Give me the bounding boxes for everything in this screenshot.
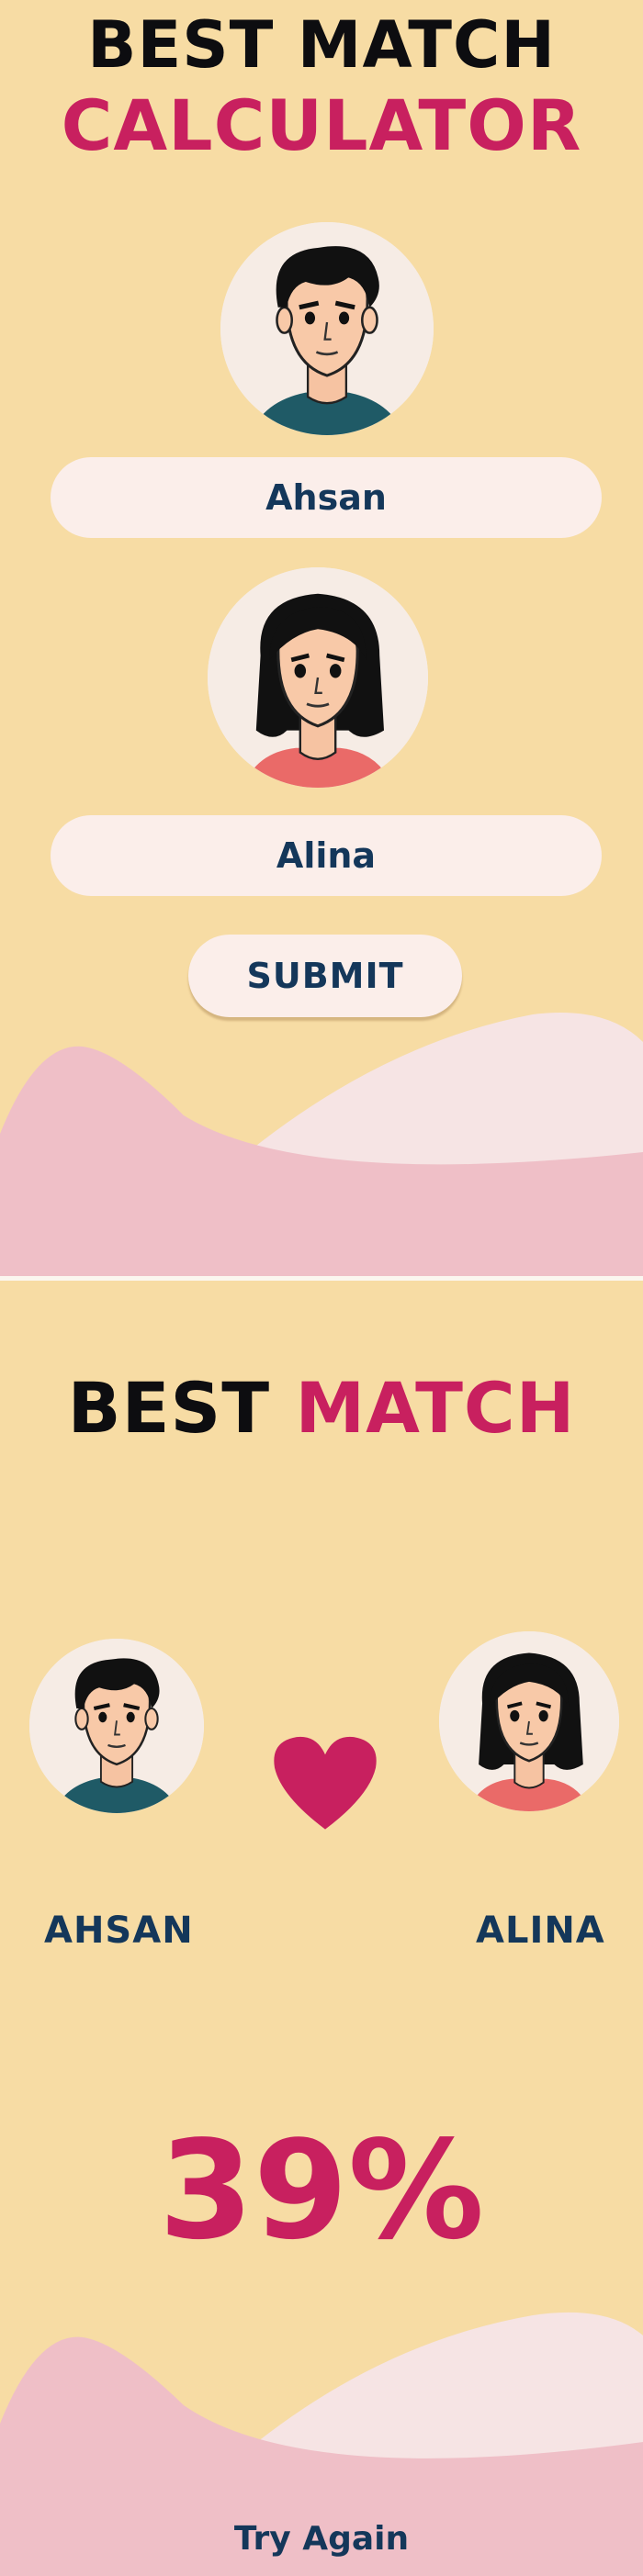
result-person2-name: ALINA (476, 1910, 605, 1952)
person2-name-input[interactable]: Alina (51, 815, 602, 896)
female-avatar-icon (208, 567, 428, 788)
female-avatar-icon (439, 1631, 619, 1811)
calculator-screen: BEST MATCH CALCULATOR Ahsan Alina SUBMIT (0, 0, 643, 1276)
wave-decoration (0, 1013, 643, 1276)
title-line-2: CALCULATOR (61, 84, 582, 166)
result-person1-name: AHSAN (44, 1910, 194, 1952)
male-avatar-icon (29, 1639, 204, 1813)
person1-name-input[interactable]: Ahsan (51, 457, 602, 538)
heart-icon (274, 1736, 377, 1830)
result-title-word-2: MATCH (295, 1367, 576, 1449)
male-avatar-icon (220, 222, 434, 435)
match-percentage: 39% (158, 2111, 485, 2269)
try-again-button[interactable]: Try Again (0, 2520, 643, 2558)
result-screen: BEST MATCH AHSAN ALINA 39% Try Again (0, 1281, 643, 2576)
result-title-word-1: BEST (67, 1367, 271, 1449)
title-line-1: BEST MATCH (87, 7, 556, 83)
result-title: BEST MATCH (0, 1367, 643, 1449)
